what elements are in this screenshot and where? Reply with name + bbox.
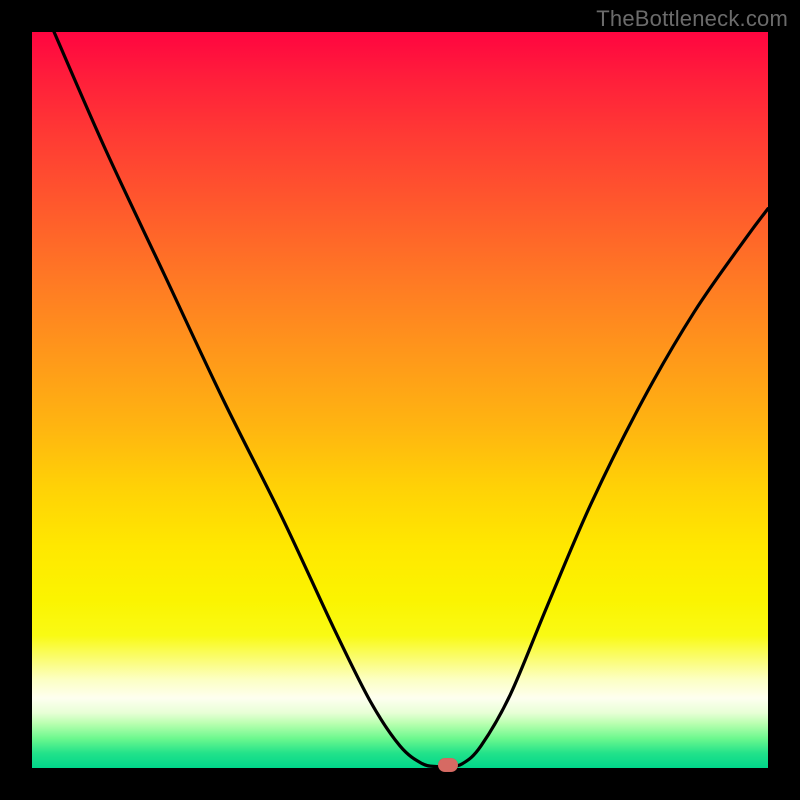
minimum-marker <box>438 758 458 772</box>
bottleneck-curve <box>32 32 768 768</box>
plot-area <box>32 32 768 768</box>
watermark-text: TheBottleneck.com <box>596 6 788 32</box>
chart-frame: TheBottleneck.com <box>0 0 800 800</box>
